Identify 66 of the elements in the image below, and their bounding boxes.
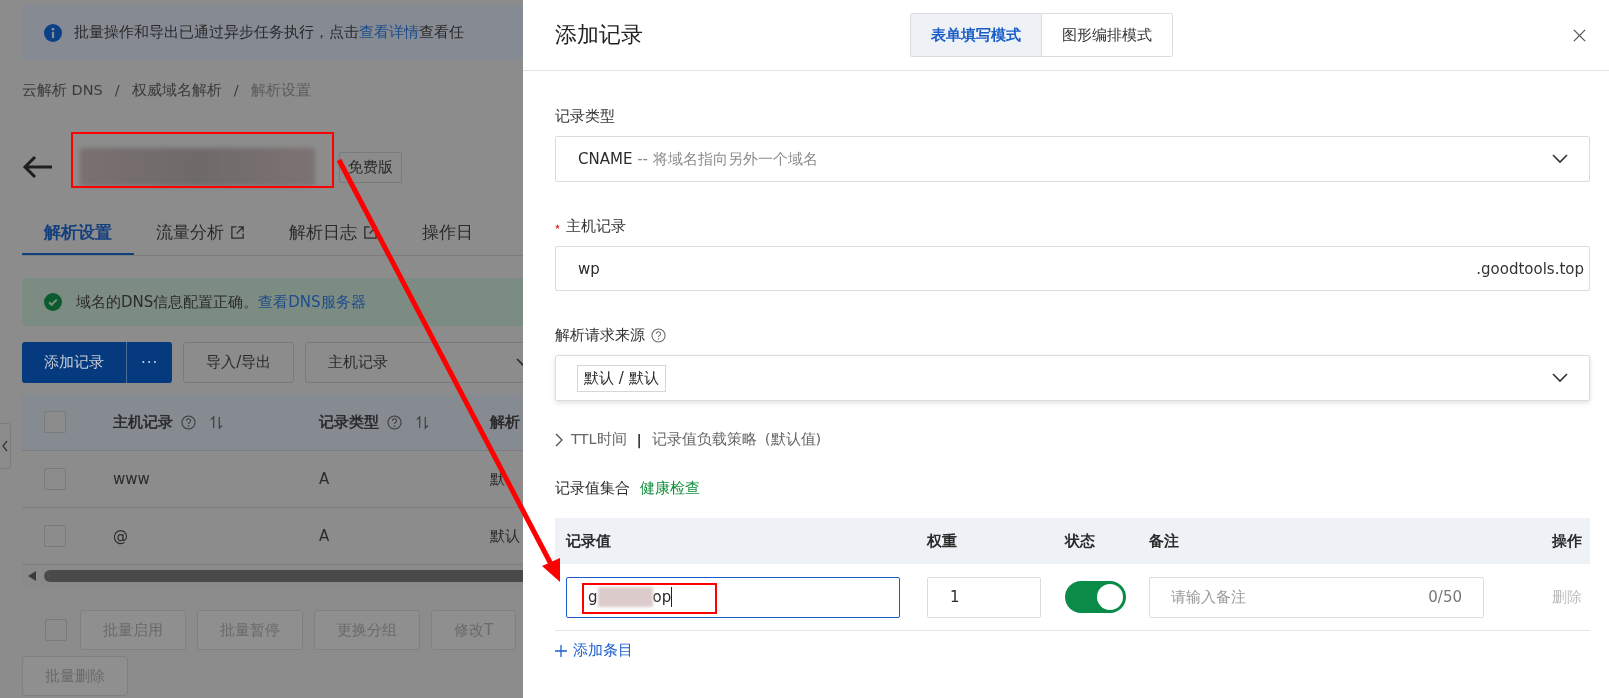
- breadcrumb-separator: /: [114, 82, 120, 98]
- add-record-button[interactable]: 添加记录: [22, 342, 126, 383]
- ttl-toggle[interactable]: TTL时间: [571, 430, 627, 449]
- add-item-link[interactable]: 添加条目: [555, 641, 633, 660]
- details-link[interactable]: 查看详情: [359, 23, 419, 41]
- table-cell: A: [319, 470, 330, 488]
- scroll-left-icon[interactable]: [28, 571, 36, 581]
- column-header: 备注: [1149, 531, 1179, 550]
- help-icon[interactable]: [387, 414, 402, 430]
- source-select[interactable]: 默认 / 默认: [555, 355, 1590, 401]
- notice-text: 批量操作和导出已通过异步任务执行，点击查看详情查看任: [74, 23, 464, 42]
- check-circle-icon: [44, 293, 62, 311]
- expand-chevron-icon[interactable]: [555, 432, 563, 447]
- info-icon: [44, 23, 62, 42]
- sort-icon[interactable]: [416, 414, 429, 430]
- breadcrumb-item[interactable]: 云解析 DNS: [22, 80, 103, 100]
- required-mark-icon: [555, 224, 560, 229]
- status-toggle[interactable]: [1065, 581, 1126, 613]
- column-header: 权重: [927, 531, 957, 550]
- help-icon[interactable]: [181, 414, 196, 430]
- edition-badge: 免费版: [339, 151, 402, 183]
- column-header: 记录类型: [319, 412, 379, 432]
- weight-field[interactable]: 1: [927, 576, 1041, 618]
- column-header: 操作: [1552, 531, 1582, 550]
- dns-servers-link[interactable]: 查看DNS服务器: [258, 292, 366, 311]
- table-cell: @: [113, 527, 128, 545]
- table-cell: www: [113, 470, 150, 488]
- breadcrumb-separator: /: [233, 82, 239, 98]
- external-link-icon: [230, 224, 245, 240]
- table-cell: 默认: [490, 526, 520, 546]
- table-cell: A: [319, 527, 330, 545]
- record-value-field[interactable]: g op: [566, 576, 900, 618]
- sort-icon[interactable]: [210, 414, 223, 430]
- table-cell: 默: [490, 469, 505, 489]
- help-icon[interactable]: [651, 328, 666, 343]
- note-field[interactable]: 请输入备注 0/50: [1149, 576, 1484, 618]
- column-header: 状态: [1065, 531, 1095, 550]
- field-label: 记录类型: [555, 107, 616, 126]
- host-record-field[interactable]: wp .goodtools.top: [555, 246, 1590, 291]
- back-arrow-icon[interactable]: [22, 155, 54, 179]
- import-export-button[interactable]: 导入/导出: [183, 342, 295, 383]
- breadcrumb-item[interactable]: 权威域名解析: [131, 80, 222, 100]
- more-button[interactable]: ···: [126, 342, 173, 383]
- mode-tab[interactable]: 表单填写模式: [911, 14, 1042, 56]
- drawer-title: 添加记录: [555, 21, 643, 49]
- column-header: 记录值: [566, 531, 611, 550]
- strategy-value: (默认值): [764, 430, 822, 449]
- dns-status-text: 域名的DNS信息配置正确。查看DNS服务器: [76, 292, 366, 312]
- page-tab[interactable]: 解析日志: [267, 211, 400, 255]
- page-tab[interactable]: 解析设置: [22, 211, 134, 255]
- field-label: 解析请求来源: [555, 326, 645, 345]
- selected-tag: 默认 / 默认: [577, 364, 666, 392]
- page-tab[interactable]: 操作日: [400, 211, 495, 255]
- column-header: 主机记录: [113, 412, 173, 432]
- separator: |: [636, 431, 642, 448]
- record-type-select[interactable]: CNAME -- 将域名指向另外一个域名: [555, 136, 1590, 182]
- collapse-handle[interactable]: [0, 423, 11, 469]
- close-icon[interactable]: [1572, 27, 1587, 43]
- external-link-icon: [363, 224, 378, 240]
- column-header: 解析: [490, 412, 520, 432]
- strategy-label: 记录值负载策略: [651, 430, 757, 449]
- health-check-link[interactable]: 健康检查: [640, 479, 700, 498]
- section-label: 记录值集合: [555, 479, 630, 498]
- field-label: 主机记录: [566, 217, 626, 236]
- plus-icon: [555, 644, 567, 657]
- page-tab[interactable]: 流量分析: [134, 211, 267, 255]
